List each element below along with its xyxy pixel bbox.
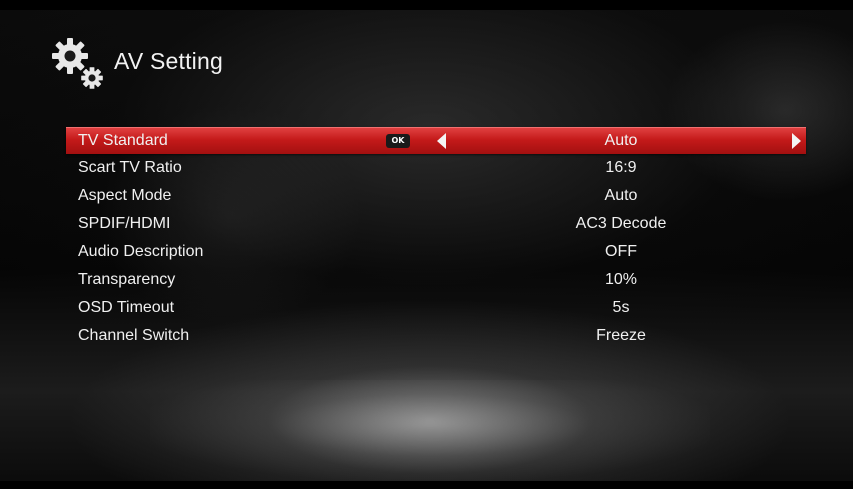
menu-item-label: SPDIF/HDMI [78,215,171,232]
arrow-right-icon[interactable] [792,133,801,149]
menu-item-transparency[interactable]: Transparency 10% [66,266,806,294]
menu-item-value: Auto [604,187,638,204]
menu-item-value: AC3 Decode [575,215,667,232]
arrow-left-icon[interactable] [437,133,446,149]
menu-item-aspect-mode[interactable]: Aspect Mode Auto [66,182,806,210]
bottom-band [0,481,853,489]
menu-item-scart-tv-ratio[interactable]: Scart TV Ratio 16:9 [66,154,806,182]
menu-item-value: 10% [604,271,638,288]
menu-item-label: Channel Switch [78,327,190,344]
menu-item-label: OSD Timeout [78,299,175,316]
menu-item-value: 5s [612,299,630,316]
menu-item-spdif-hdmi[interactable]: SPDIF/HDMI AC3 Decode [66,210,806,238]
menu-item-value: Auto [604,132,638,149]
ok-button-icon: OK [386,134,410,148]
menu-item-label: Aspect Mode [78,187,172,204]
menu-item-value: 16:9 [605,159,637,176]
top-band [0,0,853,10]
menu-item-tv-standard[interactable]: TV Standard OK Auto [66,127,806,154]
menu-item-label: TV Standard [78,132,168,149]
menu-item-audio-description[interactable]: Audio Description OFF [66,238,806,266]
av-setting-screen: AV Setting TV Standard OK Auto Scart TV … [0,0,853,489]
header: AV Setting [50,36,223,92]
menu-item-osd-timeout[interactable]: OSD Timeout 5s [66,294,806,322]
menu-item-value: OFF [605,243,637,260]
menu-item-channel-switch[interactable]: Channel Switch Freeze [66,322,806,350]
floor-glow [150,380,710,480]
menu-item-label: Transparency [78,271,176,288]
menu-item-label: Audio Description [78,243,204,260]
menu-item-value: Freeze [596,327,646,344]
settings-gears-icon [50,36,106,92]
page-title: AV Setting [114,47,223,74]
settings-menu: TV Standard OK Auto Scart TV Ratio 16:9 … [66,127,806,350]
menu-item-label: Scart TV Ratio [78,159,182,176]
